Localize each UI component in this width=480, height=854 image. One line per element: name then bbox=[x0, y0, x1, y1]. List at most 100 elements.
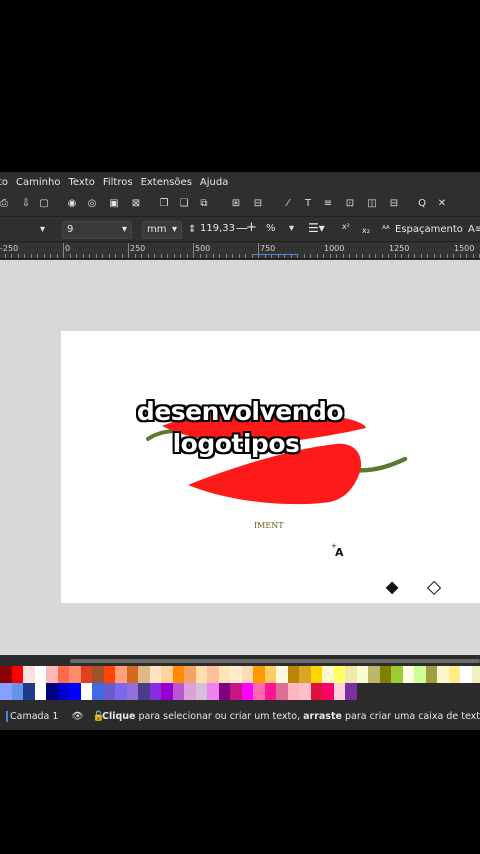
objects-icon[interactable]: ◫ bbox=[366, 198, 378, 210]
palette-swatch[interactable] bbox=[46, 666, 58, 683]
scrollbar-thumb[interactable] bbox=[70, 659, 480, 663]
palette-swatch[interactable] bbox=[138, 683, 150, 700]
font-size-field[interactable]: 9 ▾ bbox=[62, 221, 132, 239]
palette-swatch[interactable] bbox=[92, 683, 104, 700]
palette-swatch[interactable] bbox=[184, 683, 196, 700]
palette-swatch[interactable] bbox=[276, 683, 288, 700]
palette-swatch[interactable] bbox=[0, 683, 12, 700]
palette-swatch[interactable] bbox=[184, 666, 196, 683]
palette-swatch[interactable] bbox=[402, 666, 414, 683]
zoom-width-icon[interactable]: ⊠ bbox=[130, 198, 142, 210]
preferences-icon[interactable]: ✕ bbox=[436, 198, 448, 210]
palette-swatch[interactable] bbox=[299, 666, 311, 683]
palette-swatch[interactable] bbox=[310, 666, 322, 683]
palette-swatch[interactable] bbox=[322, 683, 334, 700]
palette-swatch[interactable] bbox=[138, 666, 150, 683]
palette-swatch[interactable] bbox=[437, 666, 449, 683]
palette-swatch[interactable] bbox=[345, 666, 357, 683]
palette-swatch[interactable] bbox=[172, 666, 184, 683]
menu-ajuda[interactable]: Ajuda bbox=[200, 177, 228, 188]
logo-diamond-outline[interactable] bbox=[427, 580, 442, 595]
palette-swatch[interactable] bbox=[448, 666, 460, 683]
spacing-field[interactable]: 119,33 bbox=[196, 221, 236, 239]
eye-icon[interactable]: 👁 bbox=[71, 711, 83, 722]
palette-swatch[interactable] bbox=[34, 683, 46, 700]
menu-texto[interactable]: Texto bbox=[68, 177, 94, 188]
zoom-page-icon[interactable]: ▣ bbox=[108, 198, 120, 210]
export-icon[interactable]: ▢ bbox=[38, 198, 50, 210]
palette-swatch[interactable] bbox=[46, 683, 58, 700]
palette-swatch[interactable] bbox=[115, 666, 127, 683]
ungroup-icon[interactable]: ⊟ bbox=[252, 198, 264, 210]
menu-extensoes[interactable]: Extensões bbox=[141, 177, 192, 188]
palette-swatch[interactable] bbox=[333, 666, 345, 683]
palette-swatch[interactable] bbox=[195, 683, 207, 700]
import-icon[interactable]: ⇩ bbox=[20, 198, 32, 210]
palette-swatch[interactable] bbox=[172, 683, 184, 700]
palette-swatch[interactable] bbox=[161, 666, 173, 683]
menu-objeto[interactable]: to bbox=[0, 177, 8, 188]
palette-swatch[interactable] bbox=[57, 666, 69, 683]
palette-swatch[interactable] bbox=[0, 666, 12, 683]
group-icon[interactable]: ⊞ bbox=[230, 198, 242, 210]
palette-swatch[interactable] bbox=[322, 666, 334, 683]
fill-stroke-icon[interactable]: ⁄ bbox=[282, 198, 294, 210]
palette-swatch[interactable] bbox=[379, 666, 391, 683]
palette-swatch[interactable] bbox=[310, 683, 322, 700]
palette-swatch[interactable] bbox=[23, 666, 35, 683]
palette-swatch[interactable] bbox=[126, 683, 138, 700]
horizontal-ruler[interactable]: -250 0 250 500 750 1000 1250 1500 bbox=[0, 243, 480, 259]
increment-icon[interactable]: + bbox=[246, 220, 257, 236]
text-orientation-icon[interactable]: A≡ bbox=[468, 222, 480, 238]
palette-swatch[interactable] bbox=[414, 666, 426, 683]
palette-swatch[interactable] bbox=[425, 666, 437, 683]
palette-swatch[interactable] bbox=[11, 683, 23, 700]
palette-swatch[interactable] bbox=[230, 666, 242, 683]
palette-swatch[interactable] bbox=[23, 683, 35, 700]
palette-swatch[interactable] bbox=[391, 666, 403, 683]
superscript-icon[interactable]: x² bbox=[342, 219, 350, 235]
unlink-clone-icon[interactable]: ⧉ bbox=[198, 198, 210, 210]
palette-swatch[interactable] bbox=[126, 666, 138, 683]
palette-swatch[interactable] bbox=[276, 666, 288, 683]
text-font-icon[interactable]: T bbox=[302, 198, 314, 210]
align-icon[interactable]: ⊟ bbox=[388, 198, 400, 210]
palette-swatch[interactable] bbox=[57, 683, 69, 700]
layers-icon[interactable]: ⊡ bbox=[344, 198, 356, 210]
palette-swatch[interactable] bbox=[34, 666, 46, 683]
palette-swatch[interactable] bbox=[103, 666, 115, 683]
palette-swatch[interactable] bbox=[207, 683, 219, 700]
print-icon[interactable]: ⎙ bbox=[0, 198, 10, 210]
palette-swatch[interactable] bbox=[161, 683, 173, 700]
palette-swatch[interactable] bbox=[333, 683, 345, 700]
spacing-label[interactable]: Espaçamento bbox=[395, 222, 463, 238]
palette-swatch[interactable] bbox=[368, 666, 380, 683]
zoom-selection-icon[interactable]: ◉ bbox=[66, 198, 78, 210]
palette-swatch[interactable] bbox=[80, 683, 92, 700]
palette-swatch[interactable] bbox=[195, 666, 207, 683]
palette-swatch[interactable] bbox=[230, 683, 242, 700]
palette-swatch[interactable] bbox=[149, 683, 161, 700]
align-text-icon[interactable]: ☰▾ bbox=[308, 220, 325, 236]
palette-swatch[interactable] bbox=[253, 683, 265, 700]
palette-swatch[interactable] bbox=[345, 683, 357, 700]
palette-swatch[interactable] bbox=[253, 666, 265, 683]
palette-swatch[interactable] bbox=[69, 666, 81, 683]
palette-swatch[interactable] bbox=[241, 683, 253, 700]
palette-swatch[interactable] bbox=[92, 666, 104, 683]
palette-swatch[interactable] bbox=[264, 683, 276, 700]
palette-swatch[interactable] bbox=[218, 666, 230, 683]
palette-swatch[interactable] bbox=[241, 666, 253, 683]
logo-diamond-filled[interactable] bbox=[385, 581, 399, 595]
palette-swatch[interactable] bbox=[471, 666, 480, 683]
find-icon[interactable]: Q bbox=[416, 198, 428, 210]
palette-swatch[interactable] bbox=[11, 666, 23, 683]
palette-swatch[interactable] bbox=[356, 666, 368, 683]
font-family-dropdown-icon[interactable]: ▾ bbox=[40, 222, 45, 238]
palette-swatch[interactable] bbox=[264, 666, 276, 683]
palette-swatch[interactable] bbox=[115, 683, 127, 700]
palette-swatch[interactable] bbox=[69, 683, 81, 700]
menu-caminho[interactable]: Caminho bbox=[16, 177, 60, 188]
clone-icon[interactable]: ❏ bbox=[178, 198, 190, 210]
palette-swatch[interactable] bbox=[356, 683, 368, 700]
